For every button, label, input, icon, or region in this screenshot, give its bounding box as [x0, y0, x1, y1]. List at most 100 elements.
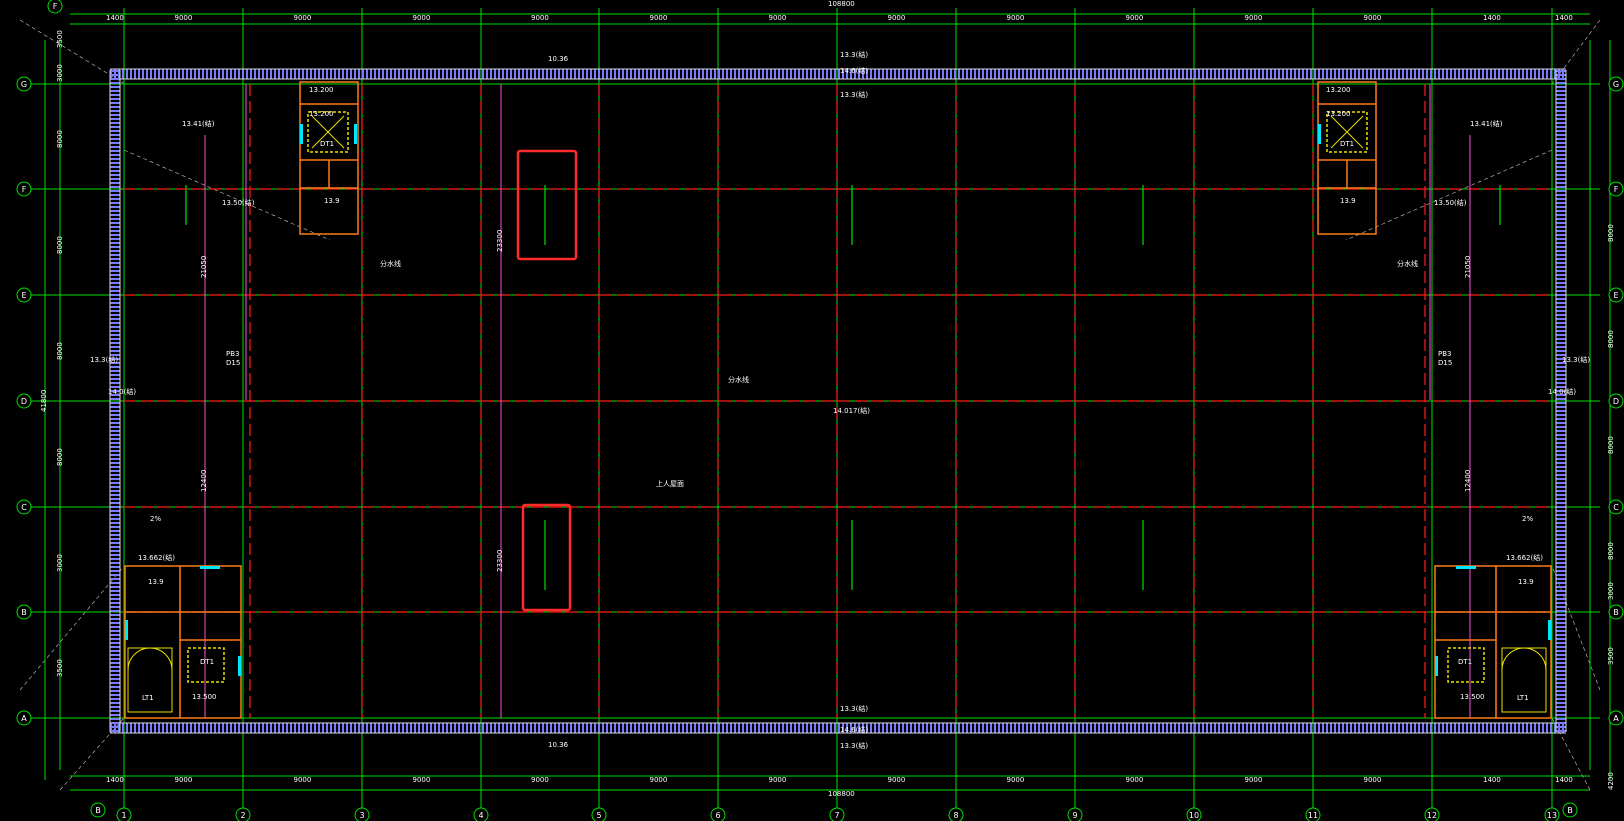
door-cyan: [1548, 620, 1551, 640]
right-span: 8000: [1607, 542, 1615, 560]
label-core-elev-right2: 13.200: [1326, 110, 1351, 118]
bay-dim-top: 9000: [1007, 14, 1025, 22]
bay-dim-top: 9000: [1126, 14, 1144, 22]
label-d-right: D15: [1438, 359, 1452, 367]
col-bubble-label: 8: [953, 811, 958, 820]
label-d-left: D15: [226, 359, 240, 367]
label-dt-left: DT1: [200, 658, 214, 666]
label-pb-left: PB3: [226, 350, 239, 358]
col-bubble-label: 9: [1072, 811, 1077, 820]
label-dt-top-left: DT1: [320, 140, 334, 148]
bay-dim-top: 9000: [1364, 14, 1382, 22]
label-top-right: 13.41(结): [1470, 119, 1503, 128]
bay-dim-top: 9000: [413, 14, 431, 22]
bay-dim-bottom: 9000: [1364, 776, 1382, 784]
label-top-left: 13.41(结): [182, 119, 215, 128]
label-left-d: 14.0(结): [108, 387, 136, 396]
bay-dim-top: 9000: [531, 14, 549, 22]
bay-dim-bottom: 9000: [413, 776, 431, 784]
label-total-top: 108800: [828, 0, 855, 8]
col-bubble-label: 11: [1308, 811, 1318, 820]
bay-dim-top: 1400: [106, 14, 124, 22]
row-bubble-left-label: B: [21, 608, 27, 617]
bay-dim-top: 1400: [1555, 14, 1573, 22]
label-room-elev-br: 13.9: [1518, 578, 1534, 586]
label-core-elev-right: 13.200: [1326, 86, 1351, 94]
label-core-elev-left2: 13.200: [309, 110, 334, 118]
label-room-elev-right: 13.9: [1340, 197, 1356, 205]
label-left-f: 13.50(结): [222, 198, 255, 207]
left-span: 8000: [56, 130, 64, 148]
row-bubble-extra-label: F: [53, 2, 58, 11]
door-cyan: [200, 566, 220, 569]
label-dt-top-right: DT1: [1340, 140, 1354, 148]
label-span-v1-left: 12400: [200, 470, 208, 492]
row-bubble-right-label: B: [1613, 608, 1619, 617]
bay-dim-bottom: 9000: [769, 776, 787, 784]
bay-dim-bottom: 9000: [1126, 776, 1144, 784]
label-dim-v-bottom: 23300: [496, 550, 504, 572]
label-gutter-line: 分水线: [728, 375, 749, 384]
col-bubble-label: 1: [121, 811, 126, 820]
col-bubble-label: 13: [1547, 811, 1557, 820]
left-span: 3000: [56, 64, 64, 82]
label-gutter-bottom: 10.36: [548, 741, 569, 749]
label-dim-v-top: 23300: [496, 230, 504, 252]
label-room-elev-bl: 13.9: [148, 578, 164, 586]
bay-dim-top: 9000: [888, 14, 906, 22]
label-stair-elev-left: 13.500: [192, 693, 217, 701]
label-total-bottom: 108800: [828, 790, 855, 798]
col-bubble-label: 2: [240, 811, 245, 820]
label-gutter-line-left: 分水线: [380, 259, 401, 268]
label-gutter-line-right: 分水线: [1397, 259, 1418, 268]
drawing-background: [0, 0, 1624, 821]
col-bubble-label: 4: [478, 811, 483, 820]
left-span: 8000: [56, 236, 64, 254]
right-span: 8000: [1607, 330, 1615, 348]
row-bubble-left-label: F: [22, 185, 27, 194]
bay-dim-bottom: 9000: [1245, 776, 1263, 784]
bay-dim-bottom: 9000: [175, 776, 193, 784]
label-up-roof: 上人屋面: [656, 479, 684, 488]
bay-dim-bottom: 9000: [531, 776, 549, 784]
label-room-elev-left: 13.9: [324, 197, 340, 205]
door-cyan: [125, 620, 128, 640]
door-cyan: [238, 656, 241, 676]
left-span: 8000: [56, 342, 64, 360]
bay-dim-bottom: 1400: [1555, 776, 1573, 784]
bay-dim-bottom: 1400: [1483, 776, 1501, 784]
left-span: 3000: [56, 554, 64, 572]
row-bubble-right-label: F: [1614, 185, 1619, 194]
label-dt-right: DT1: [1458, 658, 1472, 666]
label-stair-left: LT1: [142, 694, 154, 702]
label-span-v2-left: 21050: [200, 256, 208, 278]
door-cyan: [1456, 566, 1476, 569]
label-left-mid: 13.3(结): [90, 355, 118, 364]
label-gutter-top: 10.36: [548, 55, 569, 63]
door-cyan: [1318, 124, 1321, 144]
right-span: 4200: [1607, 772, 1615, 790]
row-bubble-left-label: C: [21, 503, 27, 512]
label-e4: 13.3(结): [840, 704, 868, 713]
bay-dim-bottom: 1400: [106, 776, 124, 784]
row-bubble-left-label: E: [21, 291, 26, 300]
label-right-f: 13.50(结): [1434, 198, 1467, 207]
label-left-total: 41800: [40, 390, 48, 412]
cad-roof-plan[interactable]: 1400 1400 9000 9000 9000 9000 9000 9000 9000 9000…: [0, 0, 1624, 821]
label-slope-left: 2%: [150, 515, 161, 523]
bay-dim-top: 9000: [1245, 14, 1263, 22]
right-span: 8000: [1607, 224, 1615, 242]
label-stair-right: LT1: [1517, 694, 1529, 702]
col-bubble-label: 12: [1427, 811, 1437, 820]
label-br: 13.662(结): [1506, 553, 1543, 562]
bay-dim-top: 9000: [769, 14, 787, 22]
label-center-elev: 14.017(结): [833, 406, 870, 415]
row-bubble-right-label: A: [1613, 714, 1619, 723]
right-span: 3000: [1607, 582, 1615, 600]
door-cyan: [1435, 656, 1438, 676]
left-span: 3500: [56, 659, 64, 677]
row-bubble-extra-label: B: [95, 806, 101, 815]
label-span-v1-right: 12400: [1464, 470, 1472, 492]
label-e6: 13.3(结): [840, 741, 868, 750]
row-bubble-right-label: G: [1613, 80, 1619, 89]
